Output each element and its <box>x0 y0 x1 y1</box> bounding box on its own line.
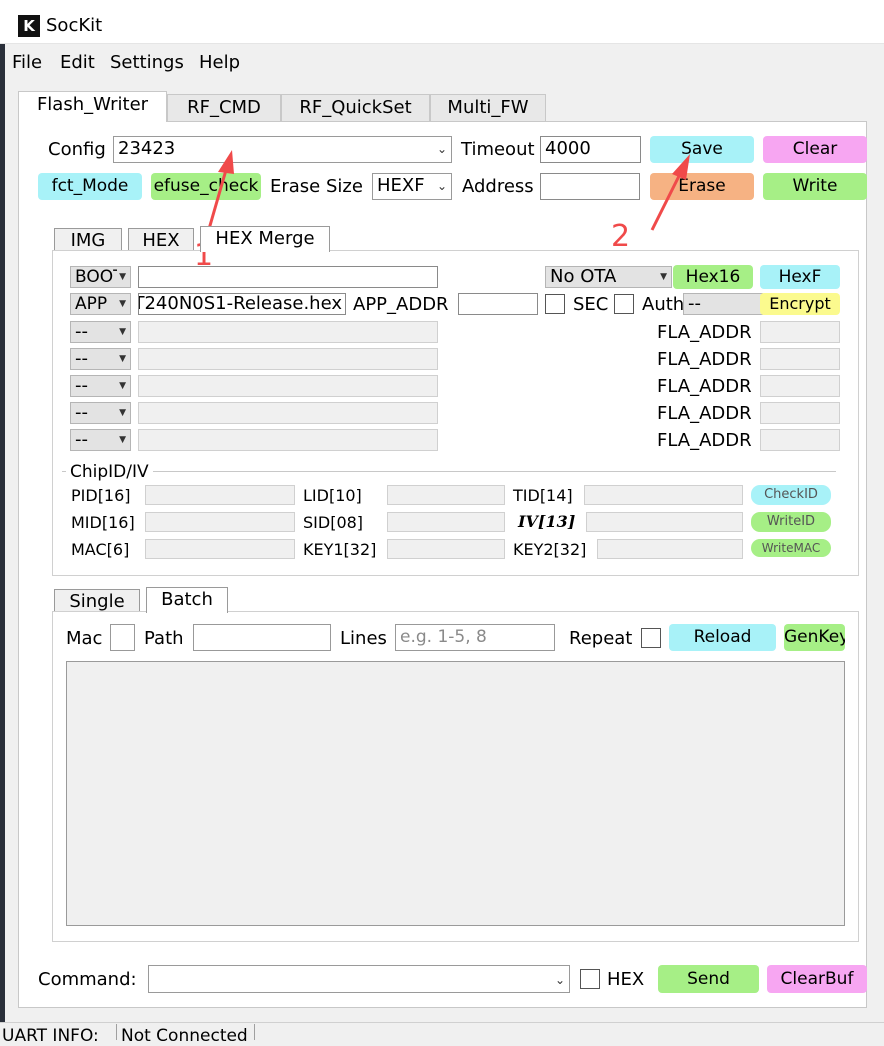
subtab-batch[interactable]: Batch <box>146 587 228 613</box>
arrow-2-icon <box>650 154 690 231</box>
annotation-overlay <box>205 150 690 237</box>
annotation-marker-2: 2 <box>611 219 631 254</box>
tab-flash-writer[interactable]: Flash_Writer <box>18 91 167 122</box>
subtab-hex-merge[interactable]: HEX Merge <box>200 226 330 252</box>
arrow-1-icon <box>205 150 234 237</box>
